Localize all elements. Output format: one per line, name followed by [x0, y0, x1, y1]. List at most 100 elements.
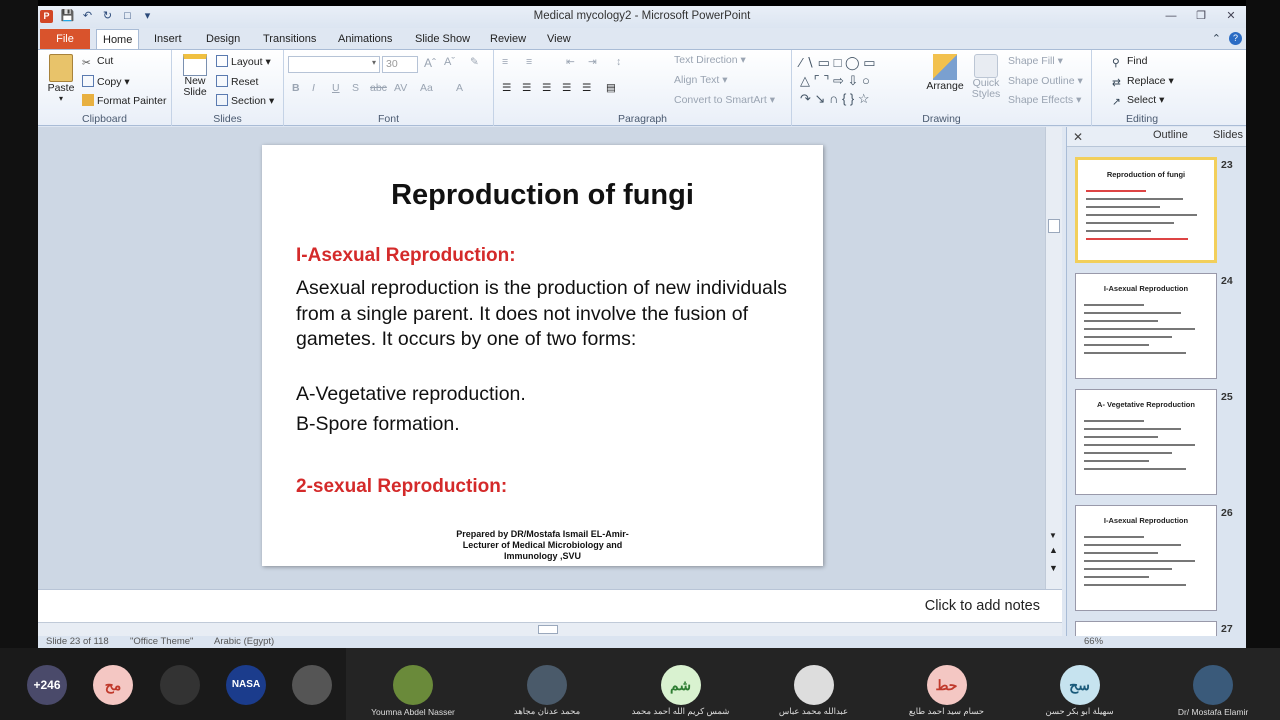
zoom-level[interactable]: 66%	[1084, 636, 1103, 647]
quick-styles-button[interactable]: Quick Styles	[968, 54, 1004, 100]
cut-button[interactable]: ✂ Cut	[82, 55, 113, 69]
participant-tile[interactable]	[292, 648, 332, 720]
character-spacing-icon[interactable]: AV	[394, 82, 407, 94]
slide-item-a[interactable]: A-Vegetative reproduction.	[296, 383, 526, 406]
slide-heading-sexual[interactable]: 2-sexual Reproduction:	[296, 476, 507, 498]
slide-thumbnail[interactable]: I-Asexual Reproduction	[1075, 273, 1217, 379]
participant-tile[interactable]: سح سهيلة ابو بكر حسن	[1013, 648, 1146, 720]
notes-pane[interactable]: Click to add notes	[38, 589, 1062, 622]
participant-tile[interactable]	[160, 648, 200, 720]
current-slide[interactable]: Reproduction of fungi I-Asexual Reproduc…	[262, 145, 823, 566]
prev-slide-icon[interactable]: ▲	[1049, 545, 1058, 555]
participant-tile[interactable]: شم شمس كريم الله احمد محمد	[614, 648, 747, 720]
vertical-scrollbar[interactable]: ▼ ▲ ▼	[1045, 127, 1062, 589]
participant-tile[interactable]: حط حسام سيد احمد طايع	[880, 648, 1013, 720]
participant-tile[interactable]: Youmna Abdel Nasser	[346, 648, 480, 720]
shape-fill-button[interactable]: Shape Fill ▾	[1008, 55, 1063, 67]
font-name-box[interactable]: ▾	[288, 56, 380, 73]
layout-button[interactable]: Layout ▾	[216, 55, 271, 68]
arrange-button[interactable]: Arrange	[924, 54, 966, 92]
shrink-font-icon[interactable]: Aˇ	[444, 56, 455, 68]
columns-icon[interactable]: ▤	[606, 82, 616, 94]
reset-button[interactable]: Reset	[216, 75, 258, 88]
tab-file[interactable]: File	[40, 29, 90, 50]
shadow-icon[interactable]: S	[352, 82, 359, 94]
align-center-icon[interactable]: ☰	[522, 82, 531, 94]
line-spacing-icon[interactable]: ↕	[616, 56, 621, 68]
font-size-box[interactable]: 30	[382, 56, 418, 73]
thumbnail-number: 26	[1221, 507, 1233, 519]
participant-tile[interactable]: Dr/ Mostafa Elamir	[1146, 648, 1280, 720]
shape-effects-button[interactable]: Shape Effects ▾	[1008, 94, 1081, 106]
tab-slides[interactable]: Slides	[1213, 129, 1243, 141]
slide-thumbnail[interactable]: I-Asexual Reproduction	[1075, 505, 1217, 611]
bold-icon[interactable]: B	[292, 82, 300, 94]
italic-icon[interactable]: I	[312, 82, 315, 94]
tab-view[interactable]: View	[541, 29, 577, 50]
shape-outline-button[interactable]: Shape Outline ▾	[1008, 75, 1083, 87]
tab-design[interactable]: Design	[200, 29, 246, 50]
language[interactable]: Arabic (Egypt)	[214, 636, 274, 647]
text-direction-button[interactable]: Text Direction ▾	[674, 54, 746, 66]
tab-insert[interactable]: Insert	[148, 29, 188, 50]
slide-footer[interactable]: Prepared by DR/Mostafa Ismail EL-Amir- L…	[262, 529, 823, 562]
slide-thumbnail[interactable]: A- Vegetative Reproduction	[1075, 389, 1217, 495]
select-button[interactable]: ↗ Select ▾	[1112, 94, 1164, 108]
justify-icon[interactable]: ☰	[562, 82, 571, 94]
close-icon[interactable]: ✕	[1220, 8, 1242, 24]
tab-slide-show[interactable]: Slide Show	[409, 29, 476, 50]
distributed-icon[interactable]: ☰	[582, 82, 591, 94]
clear-formatting-icon[interactable]: ✎	[470, 56, 479, 68]
tab-animations[interactable]: Animations	[332, 29, 398, 50]
tab-review[interactable]: Review	[484, 29, 532, 50]
help-icon[interactable]: ?	[1229, 32, 1242, 45]
strikethrough-icon[interactable]: abc	[370, 82, 387, 94]
slide-item-b[interactable]: B-Spore formation.	[296, 413, 460, 436]
close-panel-icon[interactable]: ✕	[1073, 130, 1083, 144]
horizontal-scrollbar[interactable]	[38, 622, 1062, 636]
bullets-icon[interactable]: ≡	[502, 56, 508, 68]
numbering-icon[interactable]: ≡	[526, 56, 532, 68]
slide-heading-asexual[interactable]: I-Asexual Reproduction:	[296, 245, 516, 267]
next-slide-icon[interactable]: ▼	[1049, 563, 1058, 573]
restore-icon[interactable]: ❐	[1190, 8, 1212, 24]
slide-thumbnail[interactable]: Reproduction of fungi	[1075, 157, 1217, 263]
notes-placeholder[interactable]: Click to add notes	[925, 598, 1040, 614]
collapse-ribbon-icon[interactable]: ⌃	[1212, 32, 1221, 45]
section-button[interactable]: Section ▾	[216, 94, 274, 107]
participant-tile[interactable]: محمد عدنان مجاهد	[480, 648, 614, 720]
participant-tile[interactable]: NASA	[226, 648, 266, 720]
increase-indent-icon[interactable]: ⇥	[588, 56, 597, 68]
scroll-thumb[interactable]	[1048, 219, 1060, 233]
slide-title[interactable]: Reproduction of fungi	[262, 179, 823, 212]
convert-smartart-button[interactable]: Convert to SmartArt ▾	[674, 94, 775, 106]
align-right-icon[interactable]: ☰	[542, 82, 551, 94]
scroll-down-icon[interactable]: ▼	[1049, 531, 1057, 540]
tab-transitions[interactable]: Transitions	[257, 29, 322, 50]
change-case-icon[interactable]: Aa	[420, 82, 433, 94]
replace-button[interactable]: ⇄ Replace ▾	[1112, 75, 1174, 89]
font-size-value: 30	[386, 58, 398, 70]
find-button[interactable]: ⚲ Find	[1112, 55, 1147, 69]
shapes-gallery[interactable]: ∕ ∖ ▭ □ ◯ ▭ △ ⌜ ⌝ ⇨ ⇩ ○ ↷ ↘ ∩ { } ☆	[800, 54, 916, 110]
tab-home[interactable]: Home	[96, 29, 140, 50]
align-text-label: Align Text	[674, 74, 720, 86]
paste-button[interactable]: Paste ▾	[44, 54, 78, 103]
participant-tile[interactable]: عبدالله محمد عباس	[747, 648, 880, 720]
participant-count[interactable]: +246	[27, 665, 67, 705]
format-painter-button[interactable]: Format Painter	[82, 94, 166, 107]
underline-icon[interactable]: U	[332, 82, 340, 94]
font-color-icon[interactable]: A	[456, 82, 463, 94]
tab-outline[interactable]: Outline	[1153, 129, 1188, 141]
align-left-icon[interactable]: ☰	[502, 82, 511, 94]
slide-body-text[interactable]: Asexual reproduction is the production o…	[296, 276, 796, 353]
theme-name: "Office Theme"	[130, 636, 194, 647]
copy-button[interactable]: Copy ▾	[82, 75, 130, 88]
minimize-icon[interactable]: —	[1160, 8, 1182, 24]
new-slide-button[interactable]: New Slide	[178, 54, 212, 98]
decrease-indent-icon[interactable]: ⇤	[566, 56, 575, 68]
hscroll-thumb[interactable]	[538, 625, 558, 634]
align-text-button[interactable]: Align Text ▾	[674, 74, 728, 86]
participant-tile[interactable]: مح	[93, 648, 133, 720]
grow-font-icon[interactable]: Aˆ	[424, 56, 436, 70]
